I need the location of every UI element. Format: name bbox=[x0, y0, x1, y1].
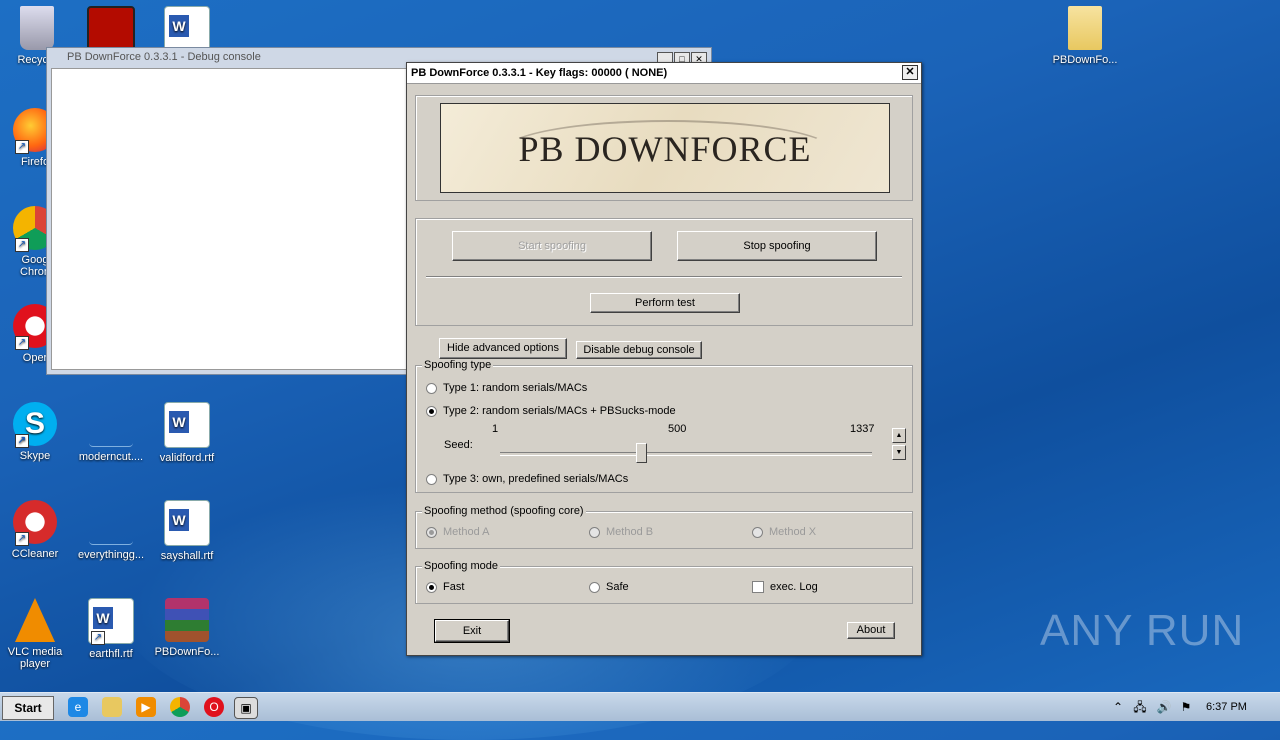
checkbox-indicator bbox=[752, 581, 764, 594]
ccleaner-icon: ↗ bbox=[13, 500, 57, 546]
clock[interactable]: 6:37 PM bbox=[1206, 701, 1247, 713]
seed-label: Seed: bbox=[444, 439, 473, 451]
spoofing-method-group: Spoofing method (spoofing core) Method A… bbox=[415, 505, 913, 549]
fast-radio[interactable]: Fast bbox=[426, 581, 464, 593]
exit-button[interactable]: Exit bbox=[434, 619, 510, 643]
desktop-icon-sayshall[interactable]: sayshall.rtf bbox=[152, 500, 222, 562]
type3-label: Type 3: own, predefined serials/MACs bbox=[443, 473, 629, 485]
word-icon bbox=[164, 500, 210, 546]
method-a-radio[interactable]: Method A bbox=[426, 526, 489, 538]
winrar-icon bbox=[165, 598, 209, 642]
about-button[interactable]: About bbox=[847, 622, 895, 639]
chrome-icon[interactable] bbox=[170, 697, 190, 717]
spoofing-type-legend: Spoofing type bbox=[422, 359, 494, 371]
close-icon[interactable]: ✕ bbox=[902, 65, 918, 80]
method-x-radio[interactable]: Method X bbox=[752, 526, 816, 538]
seed-min-label: 1 bbox=[492, 423, 499, 435]
dialog-titlebar[interactable]: PB DownForce 0.3.3.1 - Key flags: 00000 … bbox=[407, 63, 921, 84]
volume-icon[interactable]: 🔊 bbox=[1154, 697, 1174, 717]
safe-label: Safe bbox=[606, 581, 629, 593]
start-button[interactable]: Start bbox=[2, 696, 54, 720]
ie-icon[interactable]: e bbox=[68, 697, 88, 717]
type2-radio[interactable]: Type 2: random serials/MACs + PBSucks-mo… bbox=[426, 405, 676, 417]
document-icon bbox=[89, 500, 133, 545]
radio-indicator bbox=[426, 382, 437, 394]
method-b-radio[interactable]: Method B bbox=[589, 526, 653, 538]
radio-indicator bbox=[752, 526, 763, 538]
spoofing-mode-legend: Spoofing mode bbox=[422, 560, 500, 572]
actions-group: Start spoofing Stop spoofing Perform tes… bbox=[415, 218, 913, 326]
exec-log-checkbox[interactable]: exec. Log bbox=[752, 581, 818, 594]
start-spoofing-button[interactable]: Start spoofing bbox=[452, 231, 652, 261]
stop-spoofing-button[interactable]: Stop spoofing bbox=[677, 231, 877, 261]
spin-down-icon[interactable]: ▼ bbox=[892, 445, 906, 460]
opera-icon[interactable]: O bbox=[204, 697, 224, 717]
fast-label: Fast bbox=[443, 581, 465, 593]
spoofing-mode-group: Spoofing mode Fast Safe exec. Log bbox=[415, 560, 913, 604]
desktop-icon-skype[interactable]: S ↗ Skype bbox=[0, 402, 70, 462]
banner-group: PB DOWNFORCE bbox=[415, 95, 913, 201]
desktop-icon-moderncut[interactable]: moderncut.... bbox=[76, 402, 146, 463]
radio-indicator bbox=[426, 473, 437, 485]
type1-radio[interactable]: Type 1: random serials/MACs bbox=[426, 382, 587, 394]
explorer-icon[interactable] bbox=[102, 697, 122, 717]
desktop-icon-everything[interactable]: everythingg... bbox=[76, 500, 146, 561]
network-icon[interactable]: 🖧 bbox=[1130, 697, 1150, 717]
word-icon bbox=[164, 402, 210, 448]
radio-indicator bbox=[589, 526, 600, 538]
seed-spinner[interactable]: ▲ ▼ bbox=[892, 428, 906, 460]
recycle-bin-icon bbox=[20, 6, 54, 50]
desktop-icon-pbdownforce-folder[interactable]: PBDownFo... bbox=[1050, 6, 1120, 66]
radio-indicator bbox=[426, 581, 437, 593]
perform-test-button[interactable]: Perform test bbox=[590, 293, 740, 313]
type1-label: Type 1: random serials/MACs bbox=[443, 382, 588, 394]
safe-radio[interactable]: Safe bbox=[589, 581, 629, 593]
seed-slider-thumb[interactable] bbox=[636, 443, 648, 463]
seed-max-label: 1337 bbox=[850, 423, 875, 435]
hide-advanced-options-button[interactable]: Hide advanced options bbox=[439, 338, 567, 359]
skype-icon: S ↗ bbox=[13, 402, 57, 448]
debug-console-title: PB DownForce 0.3.3.1 - Debug console bbox=[67, 51, 261, 63]
radio-indicator bbox=[426, 526, 437, 538]
dialog-title: PB DownForce 0.3.3.1 - Key flags: 00000 … bbox=[411, 67, 668, 79]
pbdownforce-dialog[interactable]: PB DownForce 0.3.3.1 - Key flags: 00000 … bbox=[406, 62, 922, 656]
folder-icon bbox=[1068, 6, 1102, 50]
tray-expand-icon[interactable]: ⌃ bbox=[1108, 697, 1128, 717]
radio-indicator bbox=[589, 581, 600, 593]
desktop-icon-earthfl[interactable]: ↗ earthfl.rtf bbox=[76, 598, 146, 660]
media-player-icon[interactable]: ▶ bbox=[136, 697, 156, 717]
spin-up-icon[interactable]: ▲ bbox=[892, 428, 906, 443]
disable-debug-console-button[interactable]: Disable debug console bbox=[576, 341, 702, 359]
word-icon bbox=[164, 6, 210, 52]
seed-slider-track[interactable] bbox=[500, 452, 872, 456]
method-x-label: Method X bbox=[769, 526, 817, 538]
method-a-label: Method A bbox=[443, 526, 490, 538]
actions-separator bbox=[426, 276, 902, 278]
anyrun-watermark-text: ANY RUN bbox=[1040, 606, 1245, 655]
spoofing-method-legend: Spoofing method (spoofing core) bbox=[422, 505, 586, 517]
vlc-icon bbox=[15, 598, 55, 642]
type2-label: Type 2: random serials/MACs + PBSucks-mo… bbox=[443, 405, 676, 417]
spoofing-type-group: Spoofing type Type 1: random serials/MAC… bbox=[415, 359, 913, 493]
taskbar: Start e ▶ O ▣ ⌃ 🖧 🔊 ⚑ 6:37 PM bbox=[0, 692, 1280, 721]
desktop-icon-vlc[interactable]: VLC media player bbox=[0, 598, 70, 670]
exec-log-label: exec. Log bbox=[770, 581, 818, 593]
document-icon bbox=[89, 402, 133, 447]
banner-text: PB DOWNFORCE bbox=[518, 129, 812, 169]
desktop-icon-pbdownforce-rar[interactable]: PBDownFo... bbox=[152, 598, 222, 658]
seed-mid-label: 500 bbox=[668, 423, 687, 435]
method-b-label: Method B bbox=[606, 526, 654, 538]
desktop-icon-ccleaner[interactable]: ↗ CCleaner bbox=[0, 500, 70, 560]
pbdownforce-taskbar-icon[interactable]: ▣ bbox=[234, 697, 258, 719]
radio-indicator bbox=[426, 405, 437, 417]
banner-image: PB DOWNFORCE bbox=[440, 103, 890, 193]
type3-radio[interactable]: Type 3: own, predefined serials/MACs bbox=[426, 473, 628, 485]
word-icon: ↗ bbox=[88, 598, 134, 645]
desktop-icon-validford[interactable]: validford.rtf bbox=[152, 402, 222, 464]
anyrun-watermark: ANY RUN bbox=[1040, 606, 1244, 656]
flag-icon[interactable]: ⚑ bbox=[1176, 697, 1196, 717]
